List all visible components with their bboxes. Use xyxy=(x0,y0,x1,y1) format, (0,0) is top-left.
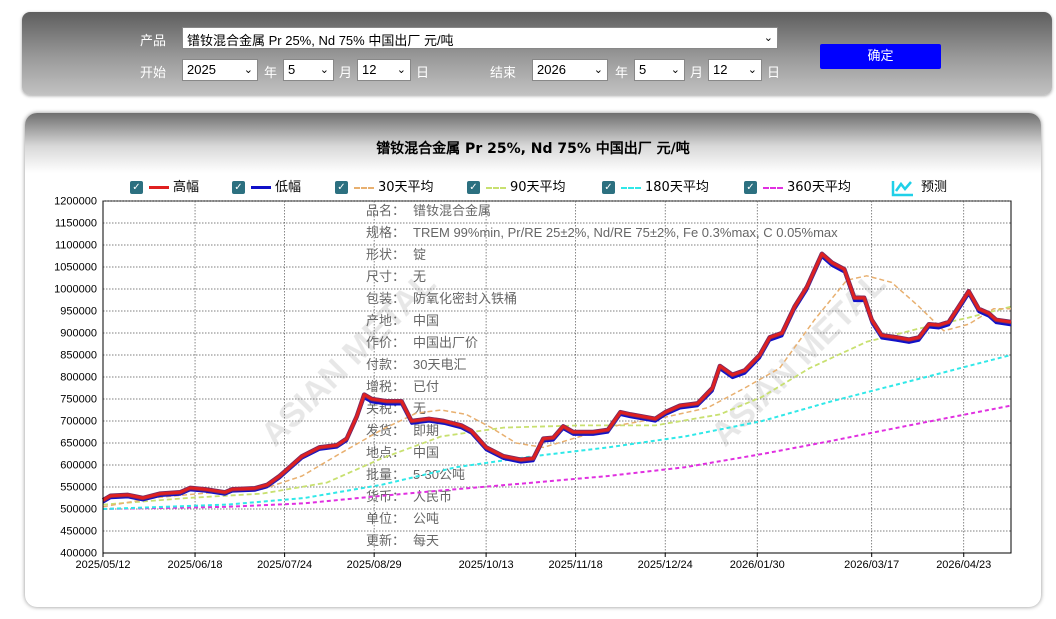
x-tick-label: 2026/01/30 xyxy=(730,559,785,571)
price-chart: ASIAN METAL ASIAN METAL 品名： 镨钕混合金属规格： TREM… xyxy=(54,196,1012,571)
end-month-select[interactable]: 5 ⌄ xyxy=(634,59,685,81)
end-year-unit: 年 xyxy=(615,66,629,81)
chevron-down-icon: ⌄ xyxy=(670,64,680,76)
info-value: TREM 99%min, Pr/RE 25±2%, Nd/RE 75±2%, F… xyxy=(413,225,838,240)
info-key: 形状： xyxy=(366,247,405,262)
start-day-select[interactable]: 12 ⌄ xyxy=(357,59,411,81)
product-label: 产品 xyxy=(140,34,167,49)
info-key: 单位： xyxy=(366,511,405,526)
info-key: 规格： xyxy=(366,225,405,240)
info-key: 产地： xyxy=(366,313,405,328)
chevron-down-icon: ⌄ xyxy=(396,64,406,76)
info-value: 30天电汇 xyxy=(413,357,466,372)
info-value: 锭 xyxy=(413,247,426,262)
info-key: 作价： xyxy=(366,335,405,350)
y-tick-label: 550000 xyxy=(60,482,97,494)
start-year-select[interactable]: 2025 ⌄ xyxy=(182,59,258,81)
chevron-down-icon: ⌄ xyxy=(319,64,329,76)
x-tick-label: 2025/10/13 xyxy=(459,559,514,571)
end-day-select[interactable]: 12 ⌄ xyxy=(708,59,762,81)
info-value: 镨钕混合金属 xyxy=(413,203,491,218)
info-key: 更新： xyxy=(366,533,405,548)
info-value: 防氧化密封入铁桶 xyxy=(413,291,517,306)
info-key: 包装： xyxy=(366,291,405,306)
info-value: 5-30公吨 xyxy=(413,467,465,482)
start-year-value: 2025 xyxy=(187,62,216,77)
end-year-select[interactable]: 2026 ⌄ xyxy=(532,59,608,81)
y-tick-label: 1200000 xyxy=(54,196,97,208)
info-value: 即期 xyxy=(413,423,439,438)
x-tick-label: 2025/12/24 xyxy=(638,559,693,571)
info-value: 中国出厂价 xyxy=(413,335,478,350)
info-value: 每天 xyxy=(413,533,439,548)
product-select[interactable]: 镨钕混合金属 Pr 25%, Nd 75% 中国出厂 元/吨 ⌄ xyxy=(182,27,778,49)
y-tick-label: 1000000 xyxy=(54,284,97,296)
end-month-unit: 月 xyxy=(690,66,704,81)
x-tick-label: 2025/07/24 xyxy=(257,559,312,571)
info-value: 中国 xyxy=(413,445,439,460)
query-form: 产品 镨钕混合金属 Pr 25%, Nd 75% 中国出厂 元/吨 ⌄ 开始 2… xyxy=(22,12,1052,95)
y-tick-label: 1050000 xyxy=(54,262,97,274)
y-tick-label: 450000 xyxy=(60,526,97,538)
grid-lines xyxy=(102,200,1012,554)
y-tick-label: 850000 xyxy=(60,350,97,362)
end-label: 结束 xyxy=(490,66,517,81)
x-tick-label: 2026/03/17 xyxy=(844,559,899,571)
y-tick-label: 650000 xyxy=(60,438,97,450)
start-label: 开始 xyxy=(140,66,167,81)
start-day-value: 12 xyxy=(362,62,377,77)
start-month-select[interactable]: 5 ⌄ xyxy=(283,59,334,81)
info-key: 增税： xyxy=(366,379,405,394)
y-tick-label: 400000 xyxy=(60,548,97,560)
end-day-unit: 日 xyxy=(767,66,781,81)
x-tick-label: 2026/04/23 xyxy=(936,559,991,571)
end-year-value: 2026 xyxy=(537,62,566,77)
info-value: 公吨 xyxy=(413,511,439,526)
chevron-down-icon: ⌄ xyxy=(747,64,757,76)
info-key: 品名： xyxy=(366,203,405,218)
y-tick-label: 1150000 xyxy=(55,218,97,230)
info-value: 中国 xyxy=(413,313,439,328)
y-tick-label: 600000 xyxy=(60,460,97,472)
info-key: 尺寸： xyxy=(366,269,405,284)
info-key: 付款： xyxy=(366,357,405,372)
start-day-unit: 日 xyxy=(416,66,430,81)
end-month-value: 5 xyxy=(639,62,647,77)
info-key: 批量： xyxy=(366,467,405,482)
y-tick-label: 700000 xyxy=(60,416,97,428)
y-tick-label: 750000 xyxy=(60,394,97,406)
y-tick-label: 950000 xyxy=(60,306,97,318)
chevron-down-icon: ⌄ xyxy=(763,32,773,44)
chart-panel: 镨钕混合金属 Pr 25%, Nd 75% 中国出厂 元/吨 ✓ 高幅 ✓ 低幅 ✓… xyxy=(25,113,1041,607)
x-tick-label: 2025/06/18 xyxy=(168,559,223,571)
start-month-value: 5 xyxy=(288,62,296,77)
end-day-value: 12 xyxy=(713,62,728,77)
y-tick-label: 900000 xyxy=(60,328,97,340)
chevron-down-icon: ⌄ xyxy=(243,64,253,76)
y-tick-label: 1100000 xyxy=(55,240,97,252)
chevron-down-icon: ⌄ xyxy=(593,64,603,76)
info-value: 无 xyxy=(413,269,426,284)
product-select-value: 镨钕混合金属 Pr 25%, Nd 75% 中国出厂 元/吨 xyxy=(187,33,454,48)
confirm-button[interactable]: 确定 xyxy=(820,44,941,69)
y-tick-label: 500000 xyxy=(60,504,97,516)
x-tick-label: 2025/08/29 xyxy=(347,559,402,571)
start-month-unit: 月 xyxy=(339,66,353,81)
y-tick-label: 800000 xyxy=(60,372,97,384)
x-tick-label: 2025/11/18 xyxy=(549,559,603,571)
start-year-unit: 年 xyxy=(264,66,278,81)
x-tick-label: 2025/05/12 xyxy=(75,559,130,571)
info-value: 已付 xyxy=(413,379,439,394)
